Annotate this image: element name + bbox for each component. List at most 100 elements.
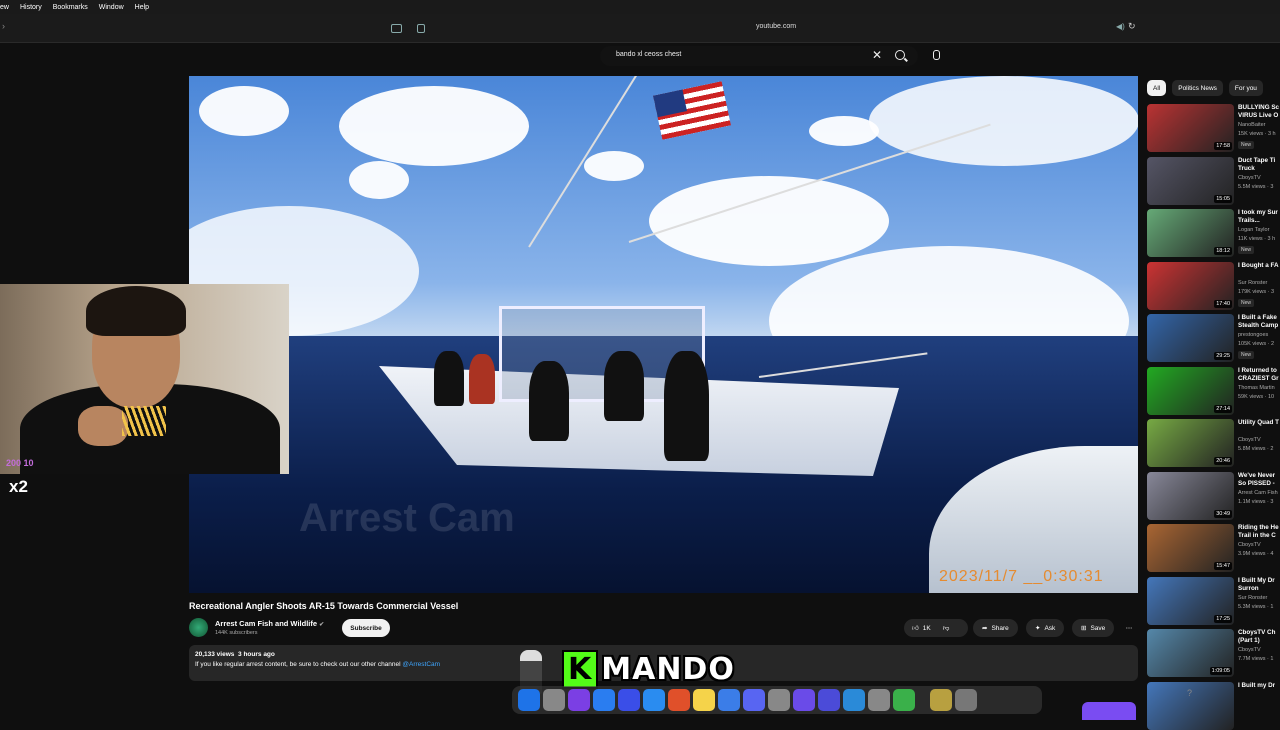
video-thumbnail[interactable]: 20:46 [1147, 419, 1234, 467]
reload-icon[interactable]: ↻ [1128, 21, 1136, 32]
recommendation-title[interactable]: Utility Quad T [1238, 419, 1280, 427]
dock-app-icon[interactable] [568, 689, 590, 711]
like-dislike-button[interactable]: 👍︎ 1K 👎︎ [904, 619, 968, 637]
chip-for-you[interactable]: For you [1228, 80, 1263, 96]
recommendation-item[interactable]: 1:09:05 CboysTV Ch (Part 1) CboysTV 7.7M vie… [1147, 629, 1280, 677]
dock-app-icon[interactable] [868, 689, 890, 711]
menu-item-history[interactable]: History [20, 4, 42, 11]
dock-app-icon[interactable] [643, 689, 665, 711]
recommendation-item[interactable]: 27:14 I Returned to CRAZIEST Gr Thomas Mart… [1147, 366, 1280, 415]
dock-app-icon[interactable] [893, 689, 915, 711]
menu-item-view[interactable]: ew [0, 4, 9, 11]
dock-app-icon[interactable] [768, 689, 790, 711]
chevron-left-icon[interactable]: › [2, 21, 5, 31]
search-icon[interactable] [895, 50, 905, 60]
video-thumbnail[interactable]: 29:25 [1147, 314, 1234, 362]
clear-search-icon[interactable]: ✕ [872, 49, 882, 61]
video-thumbnail[interactable]: 17:25 [1147, 576, 1234, 625]
recommendation-title[interactable]: Duct Tape Ti Truck [1238, 157, 1280, 173]
recommendation-channel[interactable]: Logan Taylor [1238, 227, 1269, 233]
recommendation-channel[interactable]: CboysTV [1238, 175, 1261, 181]
video-thumbnail[interactable]: 30:49 [1147, 471, 1234, 520]
recommendation-title[interactable]: Riding the He Trail in the C [1238, 524, 1280, 540]
thumbs-down-icon[interactable]: 👎︎ [943, 624, 950, 632]
search-input[interactable]: bando xl ceoss chest [600, 46, 918, 66]
dock-app-icon[interactable] [843, 689, 865, 711]
dock-app-icon[interactable] [618, 689, 640, 711]
recommendation-item[interactable]: 20:46 Utility Quad T CboysTV 5.8M views · 2 [1147, 419, 1280, 467]
menu-item-help[interactable]: Help [135, 4, 149, 11]
video-thumbnail[interactable]: 17:58 [1147, 104, 1234, 152]
recommendation-title[interactable]: CboysTV Ch (Part 1) [1238, 629, 1280, 645]
channel-avatar[interactable] [189, 618, 208, 637]
address-bar[interactable]: youtube.com [756, 23, 796, 30]
american-flag [653, 81, 731, 140]
recommendation-channel[interactable]: Arrest Cam Fish [1238, 490, 1278, 496]
title-line-1: Duct Tape Ti [1238, 156, 1276, 164]
more-actions-icon[interactable]: ⋯ [1119, 619, 1139, 637]
recommendation-channel[interactable]: NanoBaiter [1238, 122, 1266, 128]
recommendation-channel[interactable]: CboysTV [1238, 542, 1261, 548]
dock-app-icon[interactable] [718, 689, 740, 711]
dock-app-icon[interactable] [793, 689, 815, 711]
recommendation-item[interactable]: 15:47 Riding the He Trail in the C CboysTV 3… [1147, 524, 1280, 572]
recommendation-item[interactable]: 15:05 Duct Tape Ti Truck CboysTV 5.5M views … [1147, 156, 1280, 205]
dock-app-icon[interactable] [930, 689, 952, 711]
dock-app-icon[interactable] [743, 689, 765, 711]
recommendation-item[interactable]: 29:25 I Built a Fake Stealth Camp prestongo… [1147, 314, 1280, 362]
recommendation-channel[interactable]: prestongoes [1238, 332, 1268, 338]
recommendation-item[interactable]: 17:40 I Bought a FA Sur Ronster 179K views … [1147, 261, 1280, 310]
save-label: Save [1090, 624, 1106, 632]
description-link[interactable]: @ArrestCam [402, 661, 440, 668]
recommendation-title[interactable]: I Returned to CRAZIEST Gr [1238, 367, 1280, 383]
recommendation-channel[interactable]: CboysTV [1238, 437, 1261, 443]
reader-icon[interactable] [417, 24, 425, 33]
recommendation-title[interactable]: I took my Sur Trails... [1238, 209, 1280, 225]
microphone-icon[interactable] [933, 50, 940, 60]
share-button[interactable]: ➦ Share [973, 619, 1018, 637]
recommendation-title[interactable]: I Built a Fake Stealth Camp [1238, 314, 1280, 330]
recommendation-item[interactable]: 30:49 We've Never So PISSED - Arrest Cam F… [1147, 471, 1280, 520]
menu-item-bookmarks[interactable]: Bookmarks [53, 4, 88, 11]
menu-item-window[interactable]: Window [99, 4, 124, 11]
recommendation-item[interactable]: 18:12 I took my Sur Trails... Logan Taylor 1… [1147, 209, 1280, 257]
video-thumbnail[interactable]: 27:14 [1147, 366, 1234, 415]
recommendation-item[interactable]: 17:58 BULLYING Sc VIRUS Live O NanoBaiter 15… [1147, 104, 1280, 152]
video-player[interactable]: Arrest Cam 2023/11/7 __0:30:31 [189, 76, 1138, 593]
chip-politics-news[interactable]: Politics News [1172, 80, 1223, 96]
speaker-icon[interactable]: ◀) [1116, 22, 1125, 31]
video-thumbnail[interactable]: 15:47 [1147, 524, 1234, 572]
recommendation-item[interactable]: 17:25 I Built My Dr Surron Sur Ronster 5.3M … [1147, 576, 1280, 625]
subscribe-button[interactable]: Subscribe [342, 619, 390, 637]
dock-app-icon[interactable] [593, 689, 615, 711]
sidebar-icon[interactable] [391, 24, 402, 33]
multiplier-label: x2 [9, 477, 28, 496]
purple-button[interactable] [1082, 702, 1136, 720]
dock-app-icon[interactable] [668, 689, 690, 711]
video-thumbnail[interactable]: 1:09:05 [1147, 629, 1234, 677]
save-button[interactable]: ⊞ Save [1072, 619, 1115, 637]
recommendation-channel[interactable]: Sur Ronster [1238, 595, 1267, 601]
dock-app-icon[interactable] [955, 689, 977, 711]
recommendation-title[interactable]: I Built my Dr [1238, 682, 1280, 690]
recommendation-title[interactable]: We've Never So PISSED - [1238, 472, 1280, 488]
recommendation-title[interactable]: I Built My Dr Surron [1238, 577, 1280, 593]
video-thumbnail[interactable]: 17:40 [1147, 261, 1234, 310]
dock-app-icon[interactable] [818, 689, 840, 711]
ask-button[interactable]: ✦ Ask [1026, 619, 1065, 637]
chip-all[interactable]: All [1147, 80, 1167, 96]
recommendation-title[interactable]: I Bought a FA [1238, 262, 1280, 270]
channel-name[interactable]: Arrest Cam Fish and Wildlife ✔ [215, 619, 324, 628]
video-thumbnail[interactable]: 15:05 [1147, 156, 1234, 205]
recommendation-item[interactable]: I Built my Dr [1147, 681, 1280, 730]
dock-app-icon[interactable] [543, 689, 565, 711]
video-thumbnail[interactable]: 18:12 [1147, 209, 1234, 257]
dock-app-icon[interactable] [518, 689, 540, 711]
recommendation-channel[interactable]: Sur Ronster [1238, 280, 1267, 286]
dock-app-icon[interactable] [693, 689, 715, 711]
thumbs-up-icon[interactable]: 👍︎ [904, 624, 919, 632]
recommendation-title[interactable]: BULLYING Sc VIRUS Live O [1238, 104, 1280, 120]
recommendation-channel[interactable]: Thomas Martin [1238, 385, 1275, 391]
recommendation-channel[interactable]: CboysTV [1238, 647, 1261, 653]
help-icon[interactable]: ? [1187, 688, 1192, 698]
